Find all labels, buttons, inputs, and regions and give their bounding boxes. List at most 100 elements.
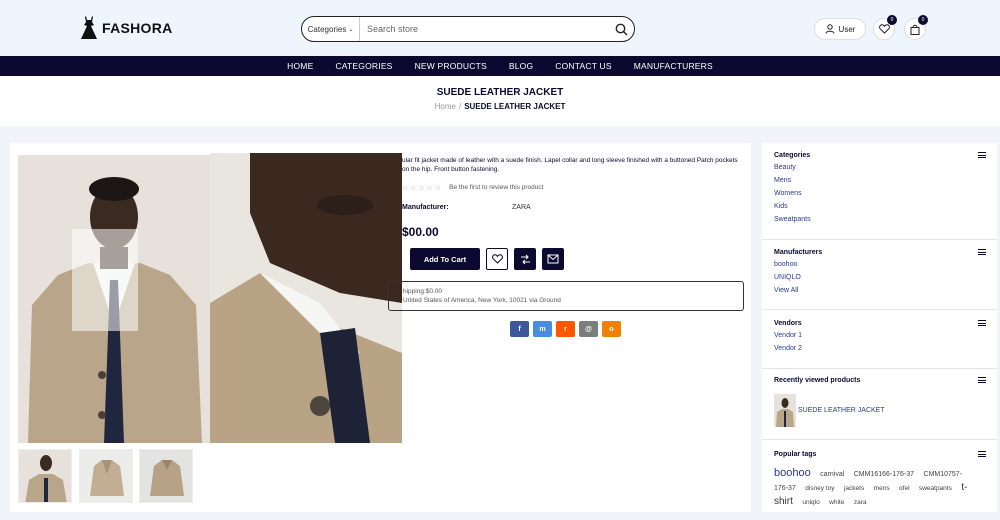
cart-button[interactable]: 0	[904, 15, 928, 40]
wishlist-button[interactable]: 0	[873, 15, 897, 40]
sidebar-item-vendor-1[interactable]: Vendor 1	[774, 331, 986, 340]
product-description: ular fit jacket made of leather with a s…	[402, 157, 738, 173]
product-price: $00.00	[402, 225, 439, 239]
wishlist-count-badge: 0	[887, 15, 897, 25]
review-link[interactable]: Be the first to review this product	[449, 184, 543, 192]
share-buttons: f m r @ o	[510, 321, 621, 337]
tag-link[interactable]: carnival	[820, 471, 844, 478]
tag-link[interactable]: zara	[854, 499, 867, 506]
site-header: FASHORA Categories ⌄ User 0	[0, 0, 1000, 56]
sidebar-section-header[interactable]: Categories	[774, 152, 986, 159]
tag-link[interactable]: white	[829, 499, 844, 506]
tags-title: Popular tags	[774, 451, 817, 458]
nav-new-products[interactable]: NEW PRODUCTS	[415, 61, 487, 71]
zoom-lens	[72, 229, 138, 331]
tag-link[interactable]: ofel	[899, 485, 909, 492]
page-title-band: SUEDE LEATHER JACKET Home / SUEDE LEATHER …	[0, 76, 1000, 126]
manufacturer-label: Manufacturer:	[402, 204, 449, 211]
sidebar-item-mens[interactable]: Mens	[774, 176, 986, 185]
sidebar-recently-viewed: Recently viewed products SUEDE LEATHER J…	[774, 377, 986, 427]
odnoklassniki-icon[interactable]: o	[602, 321, 621, 337]
breadcrumb-current: SUEDE LEATHER JACKET	[464, 102, 566, 111]
divider	[762, 239, 997, 240]
menu-icon	[978, 249, 986, 255]
menu-icon	[978, 451, 986, 457]
tag-cloud: boohoo carnival CMM16166-176-37 CMM10757…	[774, 466, 974, 508]
sidebar-section-header[interactable]: Recently viewed products	[774, 377, 986, 384]
nav-categories[interactable]: CATEGORIES	[335, 61, 392, 71]
sidebar-item-view-all[interactable]: View All	[774, 286, 986, 295]
search-button[interactable]	[608, 17, 634, 41]
sidebar-item-sweatpants[interactable]: Sweatpants	[774, 215, 986, 224]
model-zoom-photo	[210, 153, 402, 443]
recent-product-item[interactable]: SUEDE LEATHER JACKET	[774, 394, 986, 427]
categories-title: Categories	[774, 152, 811, 159]
messenger-icon[interactable]: m	[533, 321, 552, 337]
menu-icon	[978, 377, 986, 383]
product-image-zoom	[210, 153, 402, 443]
reddit-icon[interactable]: r	[556, 321, 575, 337]
sidebar-manufacturers: Manufacturers boohoo UNIQLO View All	[774, 249, 986, 295]
compare-button[interactable]	[514, 248, 536, 270]
breadcrumb-separator: /	[458, 102, 462, 111]
tag-link[interactable]: CMM16166-176-37	[854, 471, 914, 478]
brand-logo[interactable]: FASHORA	[80, 16, 173, 40]
sidebar-item-womens[interactable]: Womens	[774, 189, 986, 198]
facebook-icon[interactable]: f	[510, 321, 529, 337]
search-input[interactable]	[360, 19, 608, 39]
search-icon	[615, 23, 627, 35]
dress-icon	[81, 16, 97, 39]
thumbnail-2[interactable]	[79, 449, 133, 503]
nav-contact-us[interactable]: CONTACT US	[555, 61, 611, 71]
tag-link[interactable]: uniqlo	[802, 499, 819, 506]
recent-product-image	[774, 394, 796, 427]
shipping-cost: hipping:$0.00	[403, 288, 443, 295]
add-to-cart-button[interactable]: Add To Cart	[410, 248, 480, 270]
user-icon	[825, 24, 835, 34]
product-image-main[interactable]	[18, 155, 210, 443]
search-bar: Categories ⌄	[301, 16, 635, 42]
vendors-title: Vendors	[774, 320, 802, 327]
sidebar-item-uniqlo[interactable]: UNIQLO	[774, 273, 986, 282]
menu-icon	[978, 320, 986, 326]
sidebar-categories: Categories Beauty Mens Womens Kids Sweat…	[774, 152, 986, 224]
recent-product-name[interactable]: SUEDE LEATHER JACKET	[798, 406, 885, 415]
heart-icon	[878, 24, 890, 34]
thumbnail-3[interactable]	[139, 449, 193, 503]
shipping-info: hipping:$0.00 United States of America, …	[388, 281, 744, 311]
manufacturer-value[interactable]: ZARA	[512, 204, 531, 211]
sidebar-section-header[interactable]: Vendors	[774, 320, 986, 327]
divider	[762, 368, 997, 369]
main-navigation: HOME CATEGORIES NEW PRODUCTS BLOG CONTAC…	[0, 56, 1000, 76]
nav-manufacturers[interactable]: MANUFACTURERS	[634, 61, 713, 71]
sidebar-section-header[interactable]: Popular tags	[774, 451, 986, 458]
sidebar-item-boohoo[interactable]: boohoo	[774, 260, 986, 269]
sidebar-section-header[interactable]: Manufacturers	[774, 249, 986, 256]
divider	[762, 439, 997, 440]
thumbnail-1[interactable]	[18, 449, 72, 503]
chevron-down-icon: ⌄	[348, 26, 354, 33]
sidebar-item-beauty[interactable]: Beauty	[774, 163, 986, 172]
tag-link[interactable]: jackets	[844, 485, 864, 492]
add-to-wishlist-button[interactable]	[486, 248, 508, 270]
tag-link[interactable]: mens	[874, 485, 890, 492]
tag-link[interactable]: sweatpants	[919, 485, 952, 492]
sidebar-vendors: Vendors Vendor 1 Vendor 2	[774, 320, 986, 353]
recent-title: Recently viewed products	[774, 377, 861, 384]
breadcrumb-home[interactable]: Home	[435, 102, 456, 111]
user-account-button[interactable]: User	[814, 18, 866, 40]
sidebar-popular-tags: Popular tags boohoo carnival CMM16166-17…	[774, 451, 986, 508]
shopping-bag-icon	[910, 24, 920, 35]
sidebar-item-kids[interactable]: Kids	[774, 202, 986, 211]
user-label: User	[838, 24, 856, 34]
recent-product-thumbnail[interactable]	[774, 394, 796, 427]
nav-home[interactable]: HOME	[287, 61, 313, 71]
sidebar-item-vendor-2[interactable]: Vendor 2	[774, 344, 986, 353]
thumbnail-image	[19, 450, 71, 502]
nav-blog[interactable]: BLOG	[509, 61, 533, 71]
email-icon[interactable]: @	[579, 321, 598, 337]
tag-link[interactable]: boohoo	[774, 467, 811, 479]
email-friend-button[interactable]	[542, 248, 564, 270]
search-category-select[interactable]: Categories ⌄	[302, 17, 360, 41]
tag-link[interactable]: disney toy	[805, 485, 834, 492]
